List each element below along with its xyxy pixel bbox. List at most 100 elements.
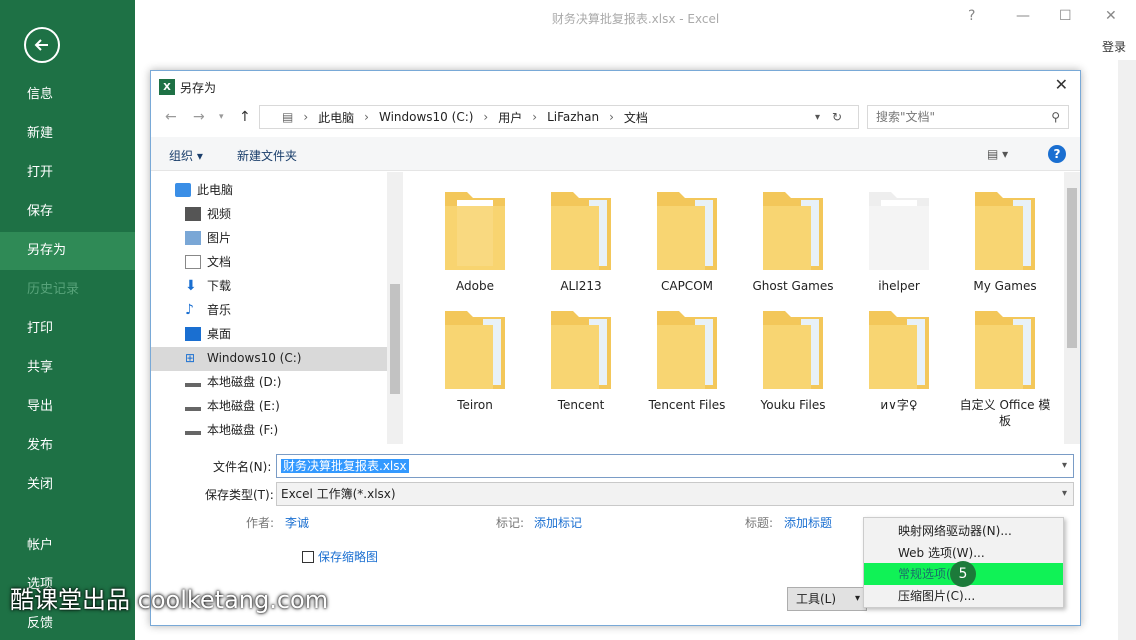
folder-item[interactable]: ihelper [849,172,949,293]
new-folder-button[interactable]: 新建文件夹 [237,147,297,164]
folder-icon [763,192,823,270]
search-icon: ⚲ [1051,110,1060,124]
window-title: 财务决算批复报表.xlsx - Excel [551,12,720,26]
dialog-close-icon[interactable]: ✕ [1055,75,1068,94]
folder-item[interactable]: CAPCOM [637,172,737,293]
drive-icon [185,425,201,435]
restore-icon[interactable]: ☐ [1059,8,1072,24]
sidebar-item-export[interactable]: 导出 [0,388,135,426]
folder-name: Teiron [457,398,493,412]
thumbnail-checkbox[interactable] [302,551,314,563]
folder-item[interactable]: 自定义 Office 模板 [955,291,1055,428]
minimize-icon[interactable]: — [1016,8,1030,24]
refresh-icon[interactable]: ↻ [832,110,842,124]
breadcrumb-item[interactable]: LiFazhan [547,110,599,124]
tree-item-documents[interactable]: 文档 [185,251,231,273]
thumbnail-label[interactable]: 保存缩略图 [318,548,378,565]
tree-item-music[interactable]: ♪ 音乐 [185,299,231,321]
folder-item[interactable]: Teiron [425,291,525,412]
sidebar-item-open[interactable]: 打开 [0,154,135,192]
tree-item-downloads[interactable]: ⬇ 下载 [185,275,231,297]
close-icon[interactable]: ✕ [1105,8,1117,24]
folder-icon [657,311,717,389]
folder-icon [445,192,505,270]
sidebar-item-save-as[interactable]: 另存为 [0,232,135,270]
folder-icon [551,311,611,389]
folder-item[interactable]: Youku Files [743,291,843,412]
menu-item-compress-pictures[interactable]: 压缩图片(C)... [864,585,1063,607]
backstage-scrollbar[interactable] [1118,60,1136,640]
tree-scrollbar[interactable] [387,172,403,444]
up-icon[interactable]: ↑ [239,109,251,125]
author-label: 作者: [246,516,275,530]
menu-item-map-network-drive[interactable]: 映射网络驱动器(N)... [864,520,1063,542]
login-link[interactable]: 登录 [1102,38,1126,55]
sidebar-item-account[interactable]: 帐户 [0,527,135,565]
filename-input[interactable]: 财务决算批复报表.xlsx ▾ [276,454,1074,478]
navigation-bar: ← → ▾ ↑ ▤ › 此电脑 › Windows10 (C:) › 用户 › … [159,105,1074,131]
breadcrumb-item[interactable]: Windows10 (C:) [379,110,473,124]
tree-item-drive-f[interactable]: 本地磁盘 (F:) [185,419,278,441]
tree-scroll-thumb[interactable] [390,284,400,394]
dialog-title: 另存为 [180,80,217,95]
forward-icon[interactable]: → [193,109,205,125]
sidebar-item-info[interactable]: 信息 [0,76,135,114]
folder-icon [975,311,1035,389]
view-options-icon[interactable]: ▤ ▾ [987,147,1008,161]
filetype-select[interactable]: Excel 工作簿(*.xlsx) ▾ [276,482,1074,506]
folder-item[interactable]: Tencent Files [637,291,737,412]
desktop-icon [185,327,201,341]
tree-item-this-pc[interactable]: 此电脑 [175,179,233,201]
tools-button[interactable]: 工具(L) ▾ [787,587,867,611]
folder-icon [975,192,1035,270]
folder-name: Tencent [557,398,605,412]
file-list: Adobe ALI213 CAPCOM Ghost Games ihelper … [419,172,1080,444]
folder-item[interactable]: Tencent [531,291,631,412]
search-input[interactable]: 搜索"文档" ⚲ [867,105,1069,129]
sidebar-item-save[interactable]: 保存 [0,193,135,231]
tree-item-desktop[interactable]: 桌面 [185,323,231,345]
video-icon [185,207,201,221]
sidebar-item-share[interactable]: 共享 [0,349,135,387]
back-icon[interactable]: ← [165,109,177,125]
recent-chevron-icon[interactable]: ▾ [219,112,224,122]
chevron-down-icon[interactable]: ▾ [1062,483,1067,505]
tree-item-video[interactable]: 视频 [185,203,231,225]
folder-item[interactable]: ALI213 [531,172,631,293]
folder-item[interactable]: Ghost Games [743,172,843,293]
drive-icon [185,377,201,387]
help-icon[interactable]: ? [968,8,975,24]
file-scroll-thumb[interactable] [1067,188,1077,348]
dialog-help-icon[interactable]: ? [1048,145,1066,163]
folder-item[interactable]: и∨字♀ [849,291,949,412]
filetype-label: 保存类型(T): [205,488,274,502]
breadcrumb-item[interactable]: 文档 [624,109,648,126]
author-value[interactable]: 李诚 [285,514,309,531]
breadcrumb-item[interactable]: 用户 [498,109,522,126]
back-arrow-icon[interactable] [24,27,60,63]
folder-item[interactable]: Adobe [425,172,525,293]
sidebar-item-close[interactable]: 关闭 [0,466,135,504]
folder-icon [551,192,611,270]
computer-icon [175,183,191,197]
tree-item-drive-d[interactable]: 本地磁盘 (D:) [185,371,281,393]
tree-item-drive-e[interactable]: 本地磁盘 (E:) [185,395,280,417]
title-link[interactable]: 添加标题 [784,514,832,531]
chevron-down-icon[interactable]: ▾ [1062,455,1067,477]
file-list-scrollbar[interactable] [1064,172,1080,444]
tree-item-pictures[interactable]: 图片 [185,227,231,249]
tree-item-drive-c[interactable]: ⊞ Windows10 (C:) [185,347,301,369]
chevron-down-icon[interactable]: ▾ [855,588,860,610]
dialog-toolbar: 组织 ▾ 新建文件夹 ▤ ▾ ? [151,137,1080,171]
filename-label: 文件名(N): [213,460,272,474]
folder-item[interactable]: My Games [955,172,1055,293]
address-bar[interactable]: ▤ › 此电脑 › Windows10 (C:) › 用户 › LiFazhan… [259,105,859,129]
sidebar-item-new[interactable]: 新建 [0,115,135,153]
sidebar-item-print[interactable]: 打印 [0,310,135,348]
tags-link[interactable]: 添加标记 [534,514,582,531]
sidebar-item-publish[interactable]: 发布 [0,427,135,465]
breadcrumb-item[interactable]: 此电脑 [318,109,354,126]
navigation-pane: 此电脑 视频 图片 文档 ⬇ 下载 ♪ 音乐 桌面 ⊞ Windows10 (C… [151,172,403,444]
organize-button[interactable]: 组织 ▾ [169,147,203,164]
address-dropdown-icon[interactable]: ▾ [815,112,820,123]
